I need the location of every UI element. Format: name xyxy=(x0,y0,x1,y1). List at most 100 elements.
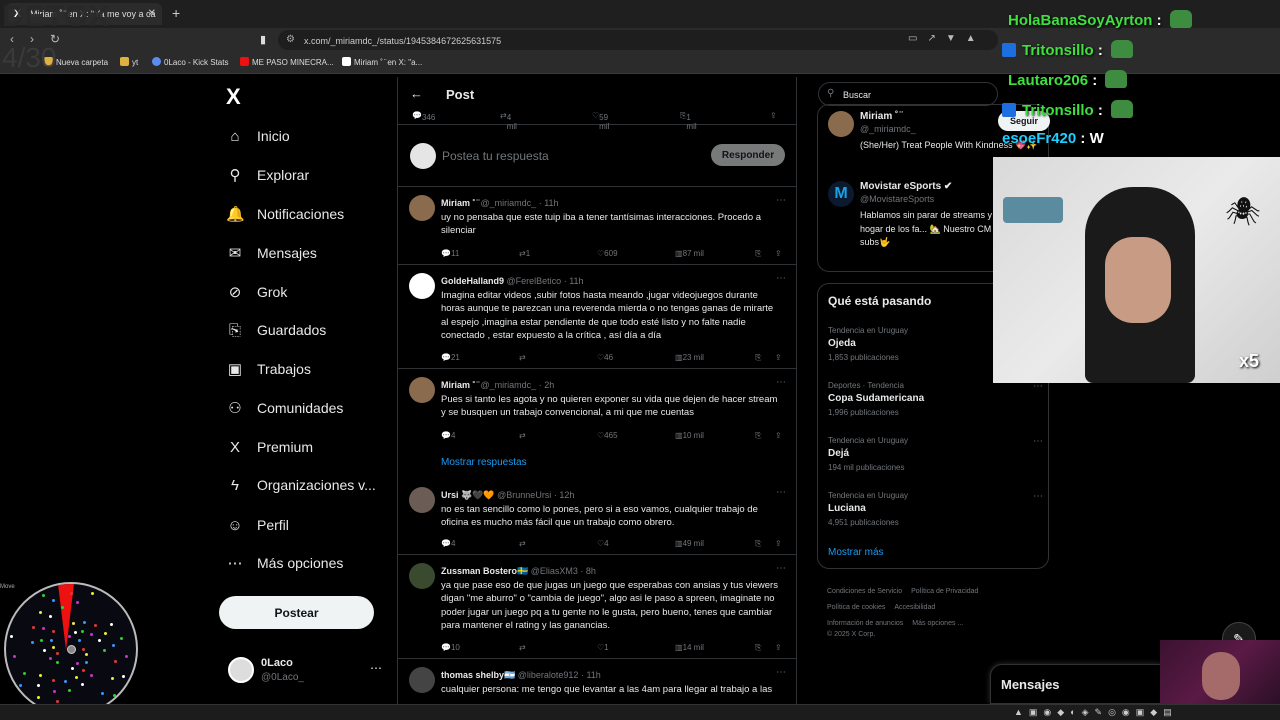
nav-item-notificaciones[interactable]: 🔔 Notificaciones xyxy=(226,202,344,226)
more-icon[interactable]: ⋯ xyxy=(776,563,786,574)
footer-link[interactable]: Más opciones ... xyxy=(912,620,963,627)
nav-item-trabajos[interactable]: ▣ Trabajos xyxy=(226,357,311,381)
bookmark-icon[interactable]: ⎘ xyxy=(755,431,761,441)
avatar[interactable] xyxy=(409,273,435,299)
nav-item-inicio[interactable]: ⌂ Inicio xyxy=(226,124,289,148)
like-action[interactable]: ♡ 4 xyxy=(597,539,609,548)
bookmark-item[interactable]: Miriam ˚ ̈ en X: "a... xyxy=(342,57,422,67)
tweet-time[interactable]: 11h xyxy=(544,198,558,208)
bookmark-icon[interactable]: ⎘ xyxy=(755,539,761,549)
reply-count[interactable]: 💬 346 xyxy=(412,111,435,122)
tweet-time[interactable]: 8h xyxy=(586,566,596,576)
views-action[interactable]: ▥ 49 mil xyxy=(675,539,704,548)
more-icon[interactable]: ⋯ xyxy=(776,273,786,284)
system-tray-icons[interactable]: ▲▣◉◆◐◈✎◎◉▣◆▤ xyxy=(1014,707,1178,718)
share-icon[interactable]: ⇪ xyxy=(775,353,782,362)
more-icon[interactable]: ⋯ xyxy=(776,377,786,388)
tweet-time[interactable]: 2h xyxy=(544,380,554,390)
author-handle[interactable]: @EliasXM3 xyxy=(531,566,578,576)
views-action[interactable]: ▥ 10 mil xyxy=(675,431,704,440)
author-handle[interactable]: @FerelBetico xyxy=(507,276,562,286)
bookmark-icon[interactable]: ⎘ xyxy=(755,353,761,363)
footer-link[interactable]: Condiciones de Servicio xyxy=(827,588,902,595)
nav-item-premium[interactable]: X Premium xyxy=(226,435,313,459)
bookmark-item[interactable]: ME PASO MINECRA... xyxy=(240,57,334,67)
avatar[interactable] xyxy=(409,377,435,403)
like-action[interactable]: ♡ 1 xyxy=(597,643,609,652)
trend-item[interactable]: Tendencia en Uruguay Dejá 194 mil publicac… xyxy=(828,436,1043,486)
repost-count[interactable]: ⇄ 4 mil xyxy=(500,111,517,131)
tweet-time[interactable]: 12h xyxy=(559,490,574,500)
share-icon[interactable]: ⇪ xyxy=(775,249,782,258)
author-handle[interactable]: @liberalote912 xyxy=(518,670,579,680)
footer-link[interactable]: Información de anuncios xyxy=(827,620,903,627)
reply-action[interactable]: 💬 21 xyxy=(441,353,460,362)
nav-item-organizaciones-v-[interactable]: ϟ Organizaciones v... xyxy=(226,473,376,497)
views-action[interactable]: ▥ 14 mil xyxy=(675,643,704,652)
author-handle[interactable]: @BrunneUrsi xyxy=(497,490,551,500)
more-icon[interactable]: ⋯ xyxy=(1033,436,1043,447)
close-tab-icon[interactable]: ✕ xyxy=(148,8,156,19)
messages-drawer[interactable]: Mensajes xyxy=(990,664,1170,704)
bookmark-count[interactable]: ⎘ 1 mil xyxy=(680,111,697,131)
repost-action[interactable]: ⇄ xyxy=(519,539,526,548)
nav-item-comunidades[interactable]: ⚇ Comunidades xyxy=(226,396,343,420)
post-button[interactable]: Postear xyxy=(219,596,374,629)
nav-item-perfil[interactable]: ☺ Perfil xyxy=(226,513,289,537)
author-name[interactable]: Zussman Bostero🇸🇪 xyxy=(441,566,528,576)
repost-action[interactable]: ⇄ xyxy=(519,353,526,362)
site-info-icon[interactable]: ⚙ xyxy=(286,34,295,45)
nav-item-más-opciones[interactable]: ⋯ Más opciones xyxy=(226,551,344,575)
author-handle[interactable]: @_miriamdc_ xyxy=(481,380,537,390)
reply-tweet[interactable]: Ursi 🐺🖤🧡 @BrunneUrsi · 12h ⋯ no es tan sen… xyxy=(398,479,796,555)
more-icon[interactable]: ⋯ xyxy=(776,667,786,678)
avatar[interactable] xyxy=(409,195,435,221)
bookmark-page-icon[interactable]: ▮ xyxy=(260,33,266,46)
views-action[interactable]: ▥ 23 mil xyxy=(675,353,704,362)
more-icon[interactable]: ⋯ xyxy=(1033,491,1043,502)
search-input[interactable]: ⚲ Buscar xyxy=(818,82,998,106)
more-icon[interactable]: ⋯ xyxy=(776,487,786,498)
footer-link[interactable]: Política de cookies xyxy=(827,604,885,611)
repost-action[interactable]: ⇄ 1 xyxy=(519,249,530,258)
browser-toolbar-icons[interactable]: ▭↗▼▲ xyxy=(908,33,986,44)
avatar[interactable] xyxy=(409,487,435,513)
author-handle[interactable]: @_miriamdc_ xyxy=(481,198,537,208)
account-switcher[interactable]: 0Laco @0Laco_ ⋯ xyxy=(226,655,386,687)
author-name[interactable]: Ursi 🐺🖤🧡 xyxy=(441,490,495,500)
repost-action[interactable]: ⇄ xyxy=(519,643,526,652)
share-icon[interactable]: ⇪ xyxy=(775,539,782,548)
back-arrow-icon[interactable]: ← xyxy=(410,86,423,101)
tweet-time[interactable]: 11h xyxy=(569,276,583,286)
show-more-link[interactable]: Mostrar más xyxy=(828,547,884,558)
show-replies-link[interactable]: Mostrar respuestas xyxy=(441,457,527,468)
nav-item-explorar[interactable]: ⚲ Explorar xyxy=(226,163,310,187)
trend-item[interactable]: Deportes · Tendencia Copa Sudamericana 1,9… xyxy=(828,381,1043,431)
reply-action[interactable]: 💬 4 xyxy=(441,539,455,548)
like-count[interactable]: ♡ 59 mil xyxy=(592,111,609,131)
reply-action[interactable]: 💬 4 xyxy=(441,431,455,440)
repost-action[interactable]: ⇄ xyxy=(519,431,526,440)
like-action[interactable]: ♡ 609 xyxy=(597,249,618,258)
nav-item-guardados[interactable]: ⎘ Guardados xyxy=(226,318,326,342)
avatar[interactable] xyxy=(409,667,435,693)
bookmark-item[interactable]: yt xyxy=(120,57,138,67)
bookmark-icon[interactable]: ⎘ xyxy=(755,249,761,259)
author-name[interactable]: Miriam ˚ ̈ xyxy=(441,380,478,390)
more-icon[interactable]: ⋯ xyxy=(370,661,382,675)
reply-action[interactable]: 💬 10 xyxy=(441,643,460,652)
nav-item-mensajes[interactable]: ✉ Mensajes xyxy=(226,241,317,265)
x-home-logo-icon[interactable]: X xyxy=(226,84,241,110)
author-name[interactable]: GoldeHalland9 xyxy=(441,276,504,286)
share-icon[interactable]: ⇪ xyxy=(775,643,782,652)
trend-item[interactable]: Tendencia en Uruguay Luciana 4,951 publica… xyxy=(828,491,1043,541)
reply-action[interactable]: 💬 11 xyxy=(441,249,459,258)
more-icon[interactable]: ⋯ xyxy=(776,195,786,206)
footer-link[interactable]: Política de Privacidad xyxy=(911,588,978,595)
avatar[interactable] xyxy=(409,563,435,589)
reply-button[interactable]: Responder xyxy=(711,144,785,166)
like-action[interactable]: ♡ 46 xyxy=(597,353,613,362)
share-icon[interactable]: ⇪ xyxy=(770,111,777,120)
bookmark-item[interactable]: 0Laco - Kick Stats xyxy=(152,57,228,67)
author-name[interactable]: thomas shelby🇦🇷 xyxy=(441,670,515,680)
